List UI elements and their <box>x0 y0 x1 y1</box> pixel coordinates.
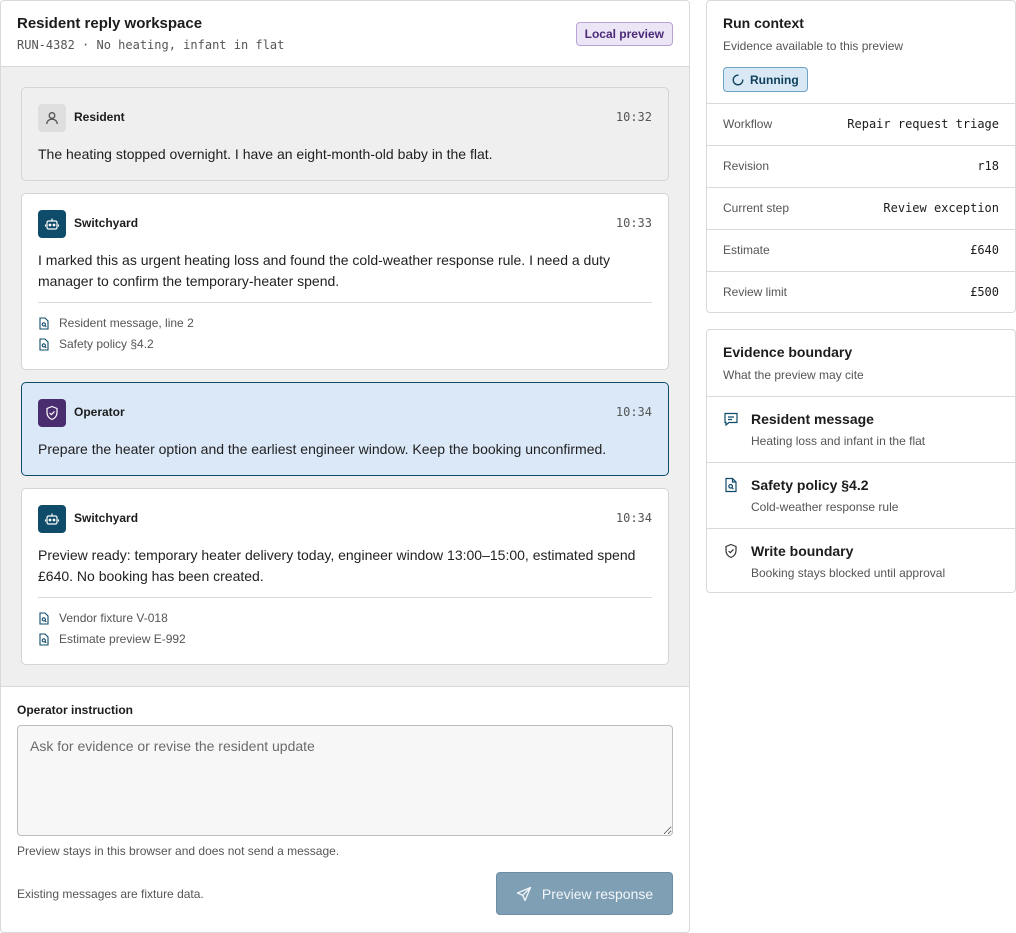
document-search-icon <box>39 611 49 625</box>
document-search-icon <box>39 337 49 351</box>
status-label: Running <box>750 72 799 87</box>
context-key: Workflow <box>723 117 773 131</box>
run-context-title: Run context <box>723 15 804 31</box>
message-author: Switchyard <box>74 216 139 230</box>
evidence-item-desc: Booking stays blocked until approval <box>751 566 946 580</box>
evidence-item: Write boundary Booking stays blocked unt… <box>707 528 1015 594</box>
evidence-item: Resident message Heating loss and infant… <box>707 396 1015 462</box>
spinner-icon <box>732 74 744 85</box>
message-time: 10:33 <box>615 216 652 230</box>
document-icon <box>725 477 737 493</box>
evidence-item-title: Safety policy §4.2 <box>751 477 869 493</box>
operator-instruction-input[interactable] <box>17 725 673 836</box>
citation-label: Resident message, line 2 <box>59 316 194 330</box>
document-search-icon <box>39 316 49 330</box>
composer-hint: Preview stays in this browser and does n… <box>17 844 340 858</box>
message-time: 10:34 <box>615 511 652 525</box>
citation-link[interactable]: Resident message, line 2 <box>38 316 194 330</box>
bot-icon <box>38 505 66 533</box>
context-key: Revision <box>723 159 770 173</box>
citation-link[interactable]: Estimate preview E-992 <box>38 632 186 646</box>
context-row: Revision r18 <box>707 145 1015 187</box>
message-time: 10:32 <box>615 110 652 124</box>
citation-label: Estimate preview E-992 <box>59 632 186 646</box>
message-author: Switchyard <box>74 511 139 525</box>
evidence-item: Safety policy §4.2 Cold-weather response… <box>707 462 1015 528</box>
bot-icon <box>38 210 66 238</box>
fixture-note: Existing messages are fixture data. <box>17 887 204 901</box>
context-value: Review exception <box>883 201 999 215</box>
context-row: Current step Review exception <box>707 187 1015 229</box>
workspace-title: Resident reply workspace <box>17 15 203 32</box>
evidence-item-desc: Cold-weather response rule <box>751 500 899 514</box>
message-text: The heating stopped overnight. I have an… <box>38 146 493 162</box>
evidence-item-title: Write boundary <box>751 543 854 559</box>
message-author: Resident <box>74 110 125 124</box>
message-card: Switchyard 10:34 Preview ready: temporar… <box>21 488 669 665</box>
shield-icon <box>725 543 737 559</box>
local-preview-badge: Local preview <box>575 22 673 46</box>
context-row: Workflow Repair request triage <box>707 103 1015 145</box>
evidence-title: Evidence boundary <box>723 344 853 360</box>
workspace-header: Resident reply workspace RUN-4382 · No h… <box>1 1 689 67</box>
citation-label: Safety policy §4.2 <box>59 337 154 351</box>
message-text: Prepare the heater option and the earlie… <box>38 441 607 457</box>
context-value: £640 <box>970 243 999 257</box>
message-divider <box>38 302 652 303</box>
message-divider <box>38 597 652 598</box>
citation-link[interactable]: Vendor fixture V-018 <box>38 611 168 625</box>
preview-response-button[interactable]: Preview response <box>496 872 673 915</box>
run-context-panel: Run context Evidence available to this p… <box>706 0 1016 313</box>
context-value: £500 <box>970 285 999 299</box>
evidence-item-title: Resident message <box>751 411 874 427</box>
message-thread: Resident 10:32 The heating stopped overn… <box>1 67 689 687</box>
message-icon <box>724 412 738 427</box>
preview-response-label: Preview response <box>541 885 654 902</box>
context-key: Current step <box>723 201 790 215</box>
evidence-item-desc: Heating loss and infant in the flat <box>751 434 926 448</box>
context-value: Repair request triage <box>847 117 999 131</box>
workspace-subtitle: RUN-4382 · No heating, infant in flat <box>17 38 285 52</box>
run-context-subtitle: Evidence available to this preview <box>723 39 904 53</box>
message-card: Operator 10:34 Prepare the heater option… <box>21 382 669 476</box>
context-key: Estimate <box>723 243 770 257</box>
status-badge: Running <box>723 67 808 92</box>
context-row: Review limit £500 <box>707 271 1015 313</box>
message-card: Switchyard 10:33 I marked this as urgent… <box>21 193 669 370</box>
shield-icon <box>38 399 66 427</box>
send-icon <box>516 886 532 901</box>
message-time: 10:34 <box>615 405 652 419</box>
citation-label: Vendor fixture V-018 <box>59 611 168 625</box>
context-key: Review limit <box>723 285 788 299</box>
evidence-subtitle: What the preview may cite <box>723 368 864 382</box>
message-author: Operator <box>74 405 125 419</box>
message-text: I marked this as urgent heating loss and… <box>38 252 611 289</box>
person-icon <box>38 104 66 132</box>
document-search-icon <box>39 632 49 646</box>
context-row: Estimate £640 <box>707 229 1015 271</box>
composer-label: Operator instruction <box>17 703 134 717</box>
message-card: Resident 10:32 The heating stopped overn… <box>21 87 669 181</box>
reply-workspace: Resident reply workspace RUN-4382 · No h… <box>0 0 690 933</box>
message-text: Preview ready: temporary heater delivery… <box>38 547 636 584</box>
citation-link[interactable]: Safety policy §4.2 <box>38 337 154 351</box>
evidence-boundary-panel: Evidence boundary What the preview may c… <box>706 329 1016 593</box>
context-value: r18 <box>977 159 999 173</box>
